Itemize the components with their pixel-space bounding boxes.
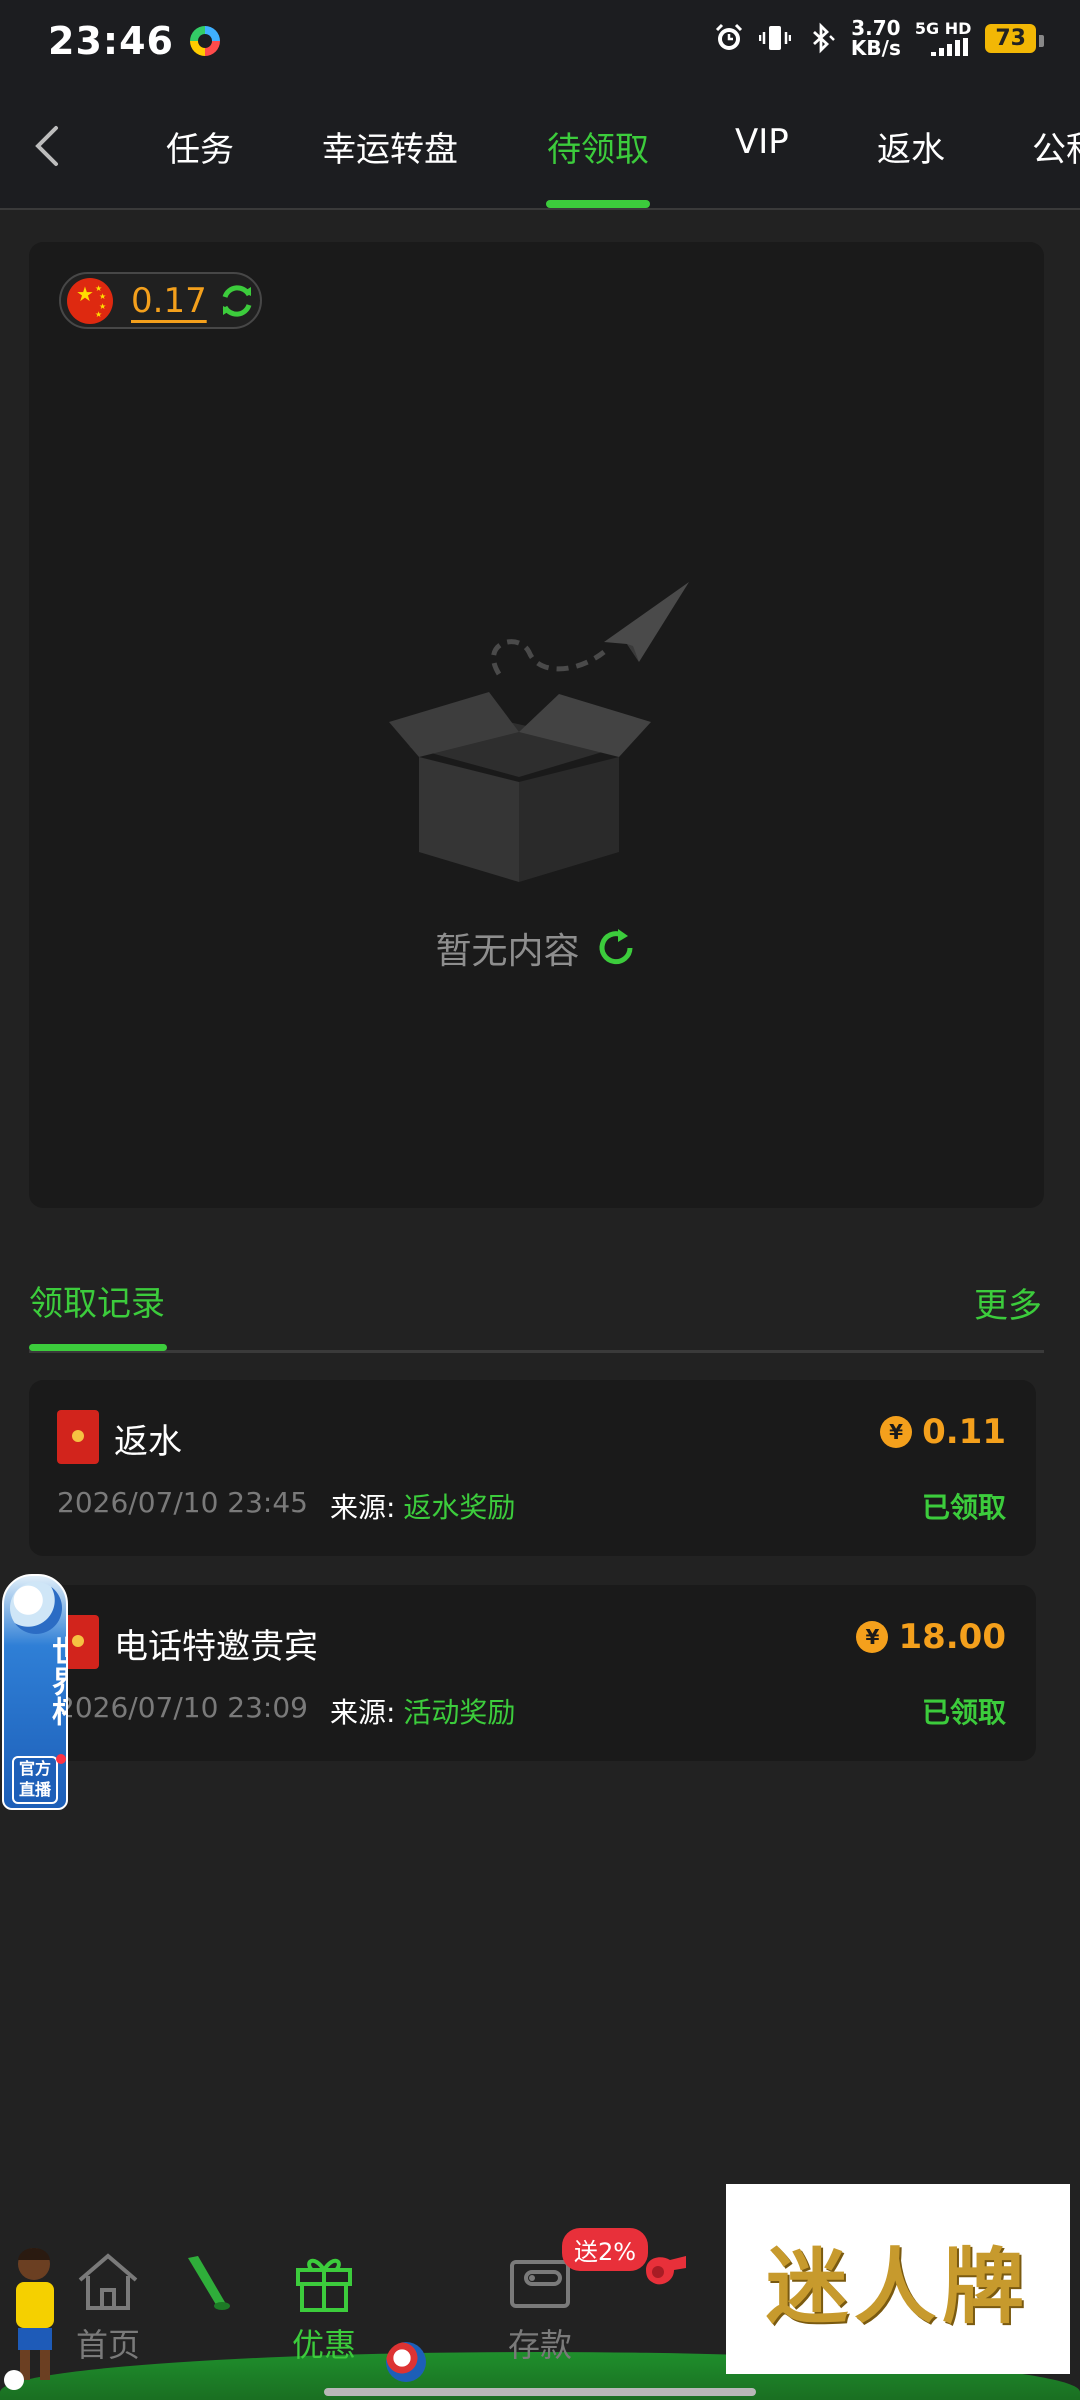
record-source-value: 活动奖励 bbox=[403, 1696, 516, 1729]
back-arrow-icon[interactable] bbox=[28, 122, 68, 170]
record-meta: 2026/07/10 23:09 来源: 活动奖励 bbox=[57, 1691, 515, 1731]
world-cup-ball-icon bbox=[10, 1582, 62, 1634]
signal-icon bbox=[931, 38, 969, 56]
whistle-icon bbox=[646, 2256, 686, 2285]
record-card[interactable]: 返水 ¥ 0.11 2026/07/10 23:45 来源: 返水奖励 已领取 bbox=[29, 1380, 1036, 1556]
mini-ball-icon bbox=[386, 2342, 426, 2382]
empty-box-illustration bbox=[389, 582, 689, 882]
tab-navigation: 任务 幸运转盘 待领取 VIP 返水 公积 bbox=[0, 82, 1080, 210]
record-source-label: 来源: bbox=[329, 1696, 396, 1729]
empty-state-text: 暂无内容 bbox=[435, 931, 580, 972]
record-source-label: 来源: bbox=[329, 1491, 396, 1524]
record-amount: ¥ 0.11 bbox=[880, 1412, 1006, 1452]
record-status: 已领取 bbox=[921, 1491, 1006, 1524]
record-name: 电话特邀贵宾 bbox=[114, 1627, 318, 1667]
record-name: 返水 bbox=[114, 1422, 182, 1462]
record-date: 2026/07/10 23:09 bbox=[57, 1691, 308, 1724]
record-source-value: 返水奖励 bbox=[403, 1491, 516, 1524]
record-amount-value: 0.11 bbox=[922, 1412, 1006, 1452]
nav-home[interactable]: 首页 bbox=[38, 2250, 178, 2366]
tab-vip[interactable]: VIP bbox=[735, 122, 789, 162]
status-bar: 23:46 3.70 KB/s 5G HD 73 bbox=[0, 0, 1080, 82]
record-amount: ¥ 18.00 bbox=[856, 1617, 1006, 1657]
china-flag-icon: ★ ★ ★ ★ ★ bbox=[67, 277, 113, 324]
record-status: 已领取 bbox=[921, 1696, 1006, 1729]
claim-records-title[interactable]: 领取记录 bbox=[29, 1276, 165, 1325]
home-indicator[interactable] bbox=[324, 2388, 756, 2396]
network-type: 5G HD bbox=[914, 19, 972, 38]
tab-active-indicator bbox=[546, 200, 650, 208]
records-tab-indicator bbox=[29, 1344, 167, 1351]
yuan-coin-icon: ¥ bbox=[856, 1621, 889, 1653]
ad-banner[interactable]: 迷人牌 bbox=[726, 2184, 1070, 2374]
red-envelope-icon bbox=[57, 1410, 99, 1464]
balance-value: 0.17 bbox=[131, 280, 207, 321]
reload-icon[interactable] bbox=[594, 926, 638, 970]
alarm-icon bbox=[715, 23, 742, 50]
nav-promotions-label: 优惠 bbox=[291, 2326, 356, 2364]
status-time: 23:46 bbox=[48, 19, 174, 63]
world-cup-live-float[interactable]: 世界杯 官方直播 bbox=[2, 1574, 68, 1810]
signal-group: 5G HD bbox=[914, 19, 972, 56]
status-icons: 3.70 KB/s 5G HD 73 bbox=[713, 18, 1044, 58]
app-notification-icon bbox=[189, 26, 220, 56]
world-cup-subtitle: 官方直播 bbox=[12, 1756, 58, 1804]
yuan-coin-icon: ¥ bbox=[880, 1416, 913, 1448]
record-date: 2026/07/10 23:45 bbox=[57, 1486, 308, 1519]
ad-banner-text: 迷人牌 bbox=[765, 2238, 1030, 2335]
home-icon bbox=[78, 2253, 138, 2310]
tab-pending-claim[interactable]: 待领取 bbox=[547, 122, 649, 171]
battery-indicator: 73 bbox=[985, 23, 1044, 53]
bluetooth-icon bbox=[812, 22, 835, 54]
vuvuzela-icon bbox=[188, 2256, 230, 2310]
record-card[interactable]: 电话特邀贵宾 ¥ 18.00 2026/07/10 23:09 来源: 活动奖励… bbox=[29, 1585, 1036, 1761]
world-cup-title: 世界杯 bbox=[46, 1636, 68, 1726]
records-divider bbox=[29, 1350, 1044, 1353]
deposit-bonus-badge: 送2% bbox=[562, 2228, 649, 2271]
pending-claim-card: ★ ★ ★ ★ ★ 0.17 暂无内容 bbox=[29, 242, 1044, 1208]
tab-task[interactable]: 任务 bbox=[166, 122, 234, 171]
nav-deposit-label: 存款 bbox=[507, 2326, 572, 2364]
tab-provident[interactable]: 公积 bbox=[1032, 122, 1080, 171]
nav-promotions[interactable]: 优惠 bbox=[254, 2250, 394, 2366]
tab-lucky-wheel[interactable]: 幸运转盘 bbox=[322, 122, 458, 171]
more-link[interactable]: 更多 bbox=[974, 1278, 1042, 1327]
refresh-icon[interactable] bbox=[217, 281, 257, 321]
net-speed-unit: KB/s bbox=[850, 36, 901, 60]
empty-state: 暂无内容 bbox=[29, 922, 1044, 974]
tab-rebate[interactable]: 返水 bbox=[877, 122, 945, 171]
net-speed-value: 3.70 bbox=[851, 16, 901, 40]
vibrate-icon bbox=[758, 26, 791, 50]
balance-pill[interactable]: ★ ★ ★ ★ ★ 0.17 bbox=[59, 272, 262, 329]
network-speed: 3.70 KB/s bbox=[851, 18, 901, 58]
gift-icon bbox=[296, 2258, 352, 2312]
nav-home-label: 首页 bbox=[75, 2326, 140, 2364]
record-amount-value: 18.00 bbox=[898, 1617, 1006, 1657]
notification-dot bbox=[56, 1754, 66, 1764]
record-meta: 2026/07/10 23:45 来源: 返水奖励 bbox=[57, 1486, 515, 1526]
